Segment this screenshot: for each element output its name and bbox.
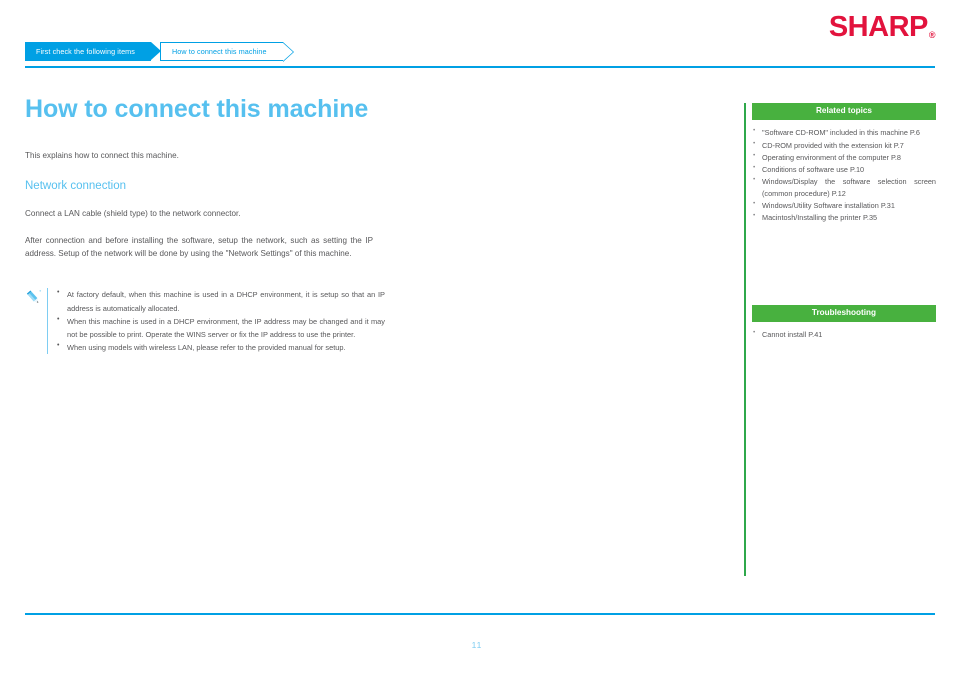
note-list-item: At factory default, when this machine is…: [57, 287, 385, 314]
document-page: SHARP® First check the following items H…: [0, 0, 954, 675]
breadcrumb-tab-label: How to connect this machine: [171, 46, 267, 56]
breadcrumb: First check the following items How to c…: [25, 42, 294, 62]
related-topic-link[interactable]: Windows/Display the software selection s…: [752, 175, 936, 199]
related-topic-link[interactable]: Macintosh/Installing the printer P.35: [752, 211, 936, 223]
intro-paragraph: This explains how to connect this machin…: [25, 150, 179, 160]
note-list-item: When using models with wireless LAN, ple…: [57, 340, 385, 354]
related-topics-list: "Software CD-ROM" included in this machi…: [752, 126, 936, 223]
main-content: How to connect this machine This explain…: [25, 95, 715, 355]
sidebar-divider: [744, 103, 746, 576]
related-topic-link[interactable]: "Software CD-ROM" included in this machi…: [752, 126, 936, 138]
related-topic-link[interactable]: Conditions of software use P.10: [752, 163, 936, 175]
related-topic-link[interactable]: CD-ROM provided with the extension kit P…: [752, 138, 936, 151]
note-box: At factory default, when this machine is…: [25, 287, 385, 355]
troubleshooting-block: Troubleshooting Cannot install P.41: [752, 305, 936, 342]
page-title: How to connect this machine: [25, 95, 369, 123]
note-accent-bar: [47, 288, 48, 355]
note-list-item: When this machine is used in a DHCP envi…: [57, 314, 385, 341]
troubleshooting-link[interactable]: Cannot install P.41: [752, 328, 936, 340]
paragraph-lan-cable: Connect a LAN cable (shield type) to the…: [25, 208, 241, 218]
related-topic-link[interactable]: Operating environment of the computer P.…: [752, 151, 936, 163]
related-topic-link[interactable]: Windows/Utility Software installation P.…: [752, 199, 936, 211]
header-divider: [25, 66, 935, 68]
related-topics-block: Related topics "Software CD-ROM" include…: [752, 103, 936, 225]
breadcrumb-tab-first-check[interactable]: First check the following items: [25, 42, 161, 61]
footer-divider: [25, 613, 935, 615]
related-topics-heading: Related topics: [752, 103, 936, 121]
note-list: At factory default, when this machine is…: [57, 287, 385, 354]
section-heading-network-connection: Network connection: [25, 180, 126, 193]
sharp-logo: SHARP®: [828, 11, 936, 43]
pencil-icon: [25, 288, 47, 312]
page-number: 11: [471, 640, 483, 650]
breadcrumb-tab-how-to-connect[interactable]: How to connect this machine: [159, 42, 294, 62]
troubleshooting-heading: Troubleshooting: [752, 305, 936, 323]
breadcrumb-tab-label: First check the following items: [36, 46, 135, 56]
sharp-logo-text: SHARP: [828, 11, 929, 43]
paragraph-network-setup: After connection and before installing t…: [25, 236, 373, 258]
troubleshooting-list: Cannot install P.41: [752, 328, 936, 340]
registered-trademark-icon: ®: [928, 30, 936, 40]
